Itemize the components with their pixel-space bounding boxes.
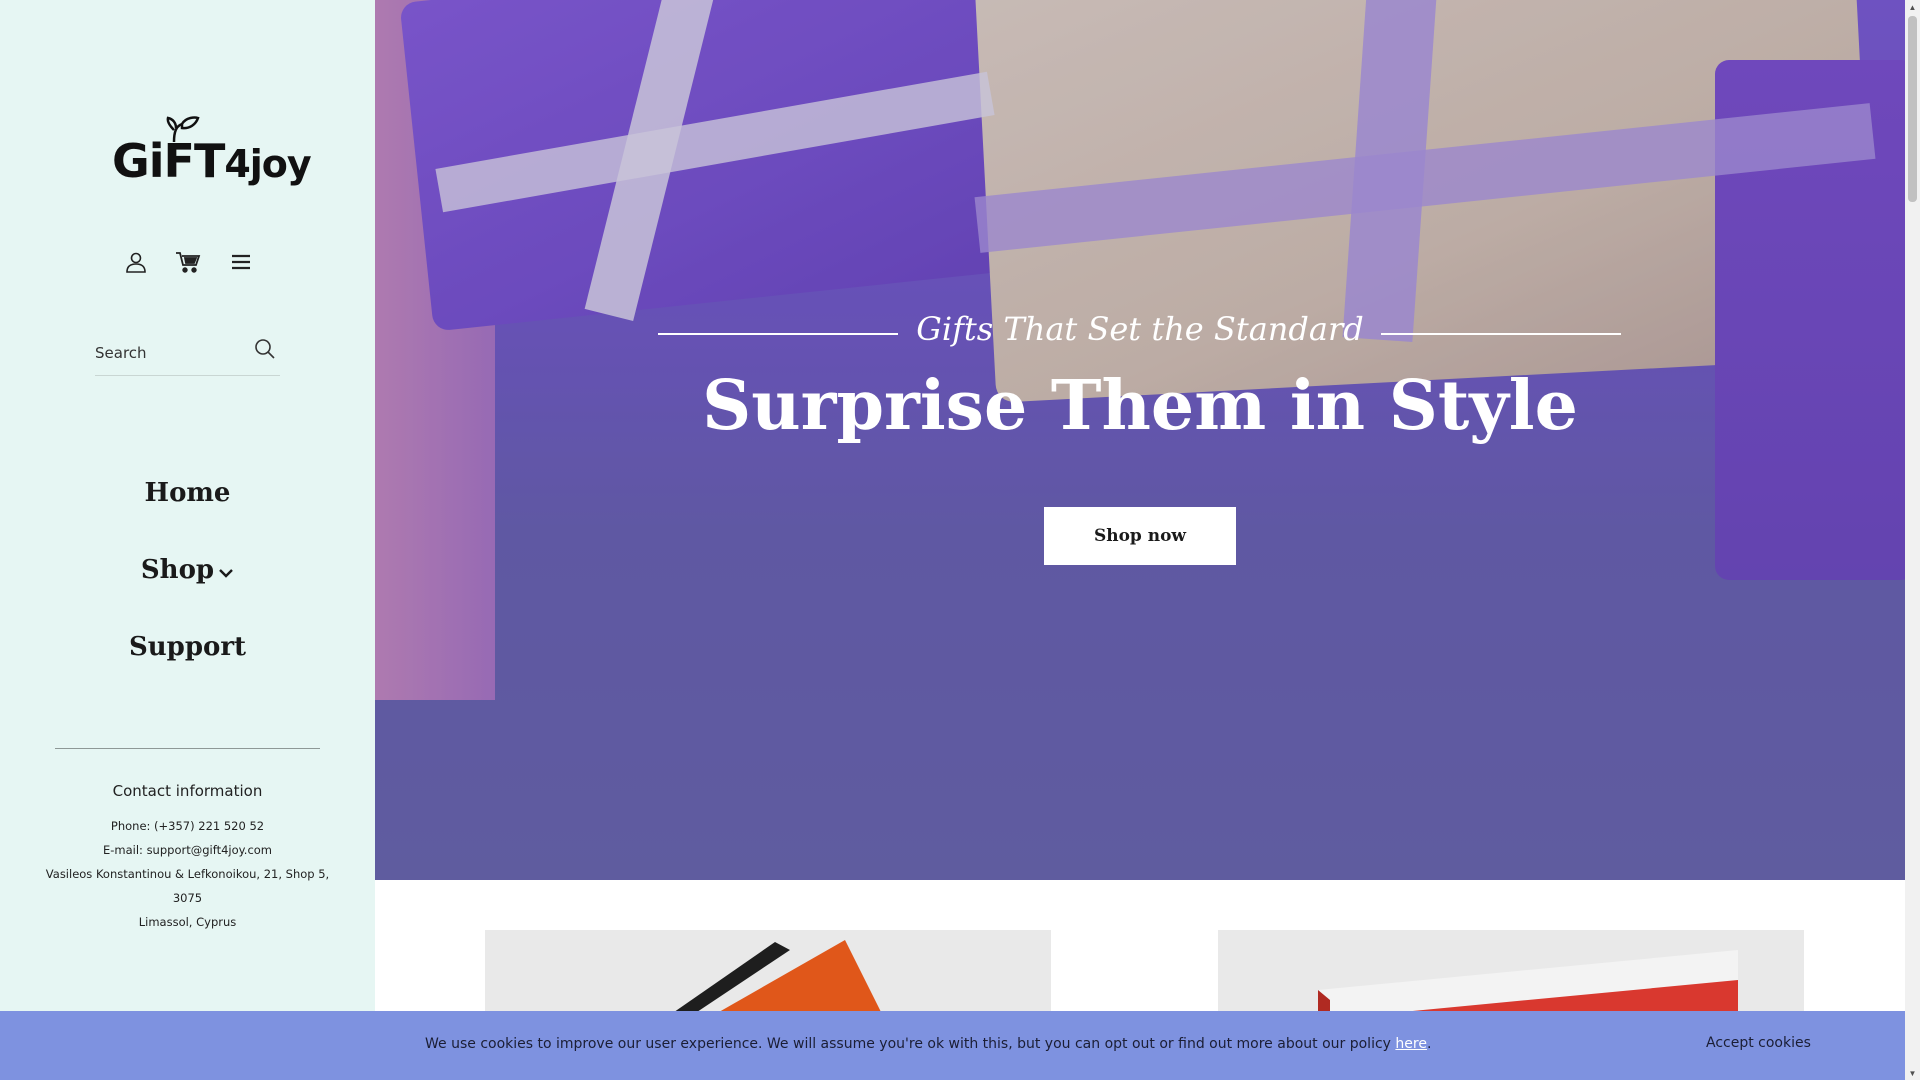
header-icon-row	[0, 246, 375, 278]
user-icon[interactable]	[120, 246, 152, 278]
sidebar: GiFT4joy Search Home Shop Support Contac…	[0, 0, 375, 1080]
cookie-message: We use cookies to improve our user exper…	[425, 1036, 1432, 1052]
logo-text: GiFT4joy	[112, 134, 312, 188]
sidebar-divider	[55, 748, 320, 749]
contact-info: Contact information Phone: (+357) 221 52…	[30, 782, 345, 934]
contact-address-line2: 3075	[172, 891, 203, 905]
contact-phone: Phone: (+357) 221 520 52	[110, 819, 265, 833]
main-nav: Home Shop Support	[0, 455, 375, 686]
contact-heading: Contact information	[112, 782, 263, 800]
scroll-down-arrow-icon[interactable]: ▼	[1905, 1066, 1920, 1080]
nav-item-label: Shop	[140, 555, 215, 585]
nav-item-support[interactable]: Support	[0, 609, 375, 686]
search-input[interactable]	[95, 338, 245, 368]
hero-subtitle: Gifts That Set the Standard	[916, 310, 1364, 348]
accept-cookies-button[interactable]: Accept cookies	[1706, 1035, 1811, 1051]
nav-item-label: Home	[144, 478, 231, 508]
nav-item-label: Support	[128, 632, 247, 662]
cookie-policy-link[interactable]: here	[1395, 1036, 1427, 1052]
brand-logo[interactable]: GiFT4joy	[108, 116, 312, 192]
cookie-banner: We use cookies to improve our user exper…	[0, 1011, 1905, 1080]
search-icon[interactable]	[250, 334, 280, 364]
nav-item-shop[interactable]: Shop	[0, 532, 375, 609]
nav-item-home[interactable]: Home	[0, 455, 375, 532]
cart-icon[interactable]	[172, 246, 204, 278]
chevron-down-icon	[218, 533, 234, 610]
shop-now-button[interactable]: Shop now	[1044, 507, 1236, 565]
scroll-up-arrow-icon[interactable]: ▲	[1905, 0, 1920, 14]
hero-title: Surprise Them in Style	[702, 366, 1578, 446]
contact-address-line1: Vasileos Konstantinou & Lefkonoikou, 21,…	[45, 867, 330, 881]
menu-icon[interactable]	[225, 246, 257, 278]
contact-address-line3: Limassol, Cyprus	[138, 915, 237, 929]
search-bar	[95, 330, 280, 376]
page-scrollbar[interactable]: ▲ ▼	[1905, 0, 1920, 1080]
scroll-thumb[interactable]	[1908, 16, 1917, 202]
hero-banner: Gifts That Set the Standard Surprise The…	[375, 0, 1905, 880]
contact-email: E-mail: support@gift4joy.com	[102, 843, 273, 857]
